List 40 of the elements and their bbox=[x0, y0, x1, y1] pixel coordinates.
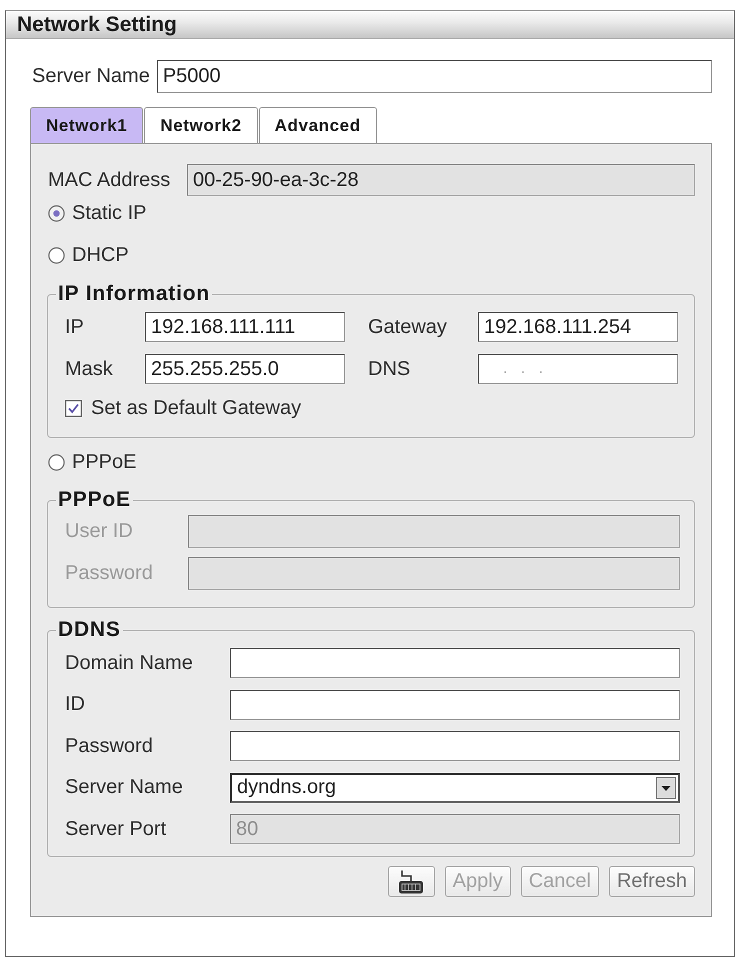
field-label: Mask bbox=[65, 358, 114, 380]
input-field[interactable]: 192.168.111.111 bbox=[145, 312, 345, 342]
radio-button[interactable] bbox=[48, 246, 65, 264]
input-field[interactable] bbox=[230, 731, 680, 761]
field-label: Server Port bbox=[65, 818, 168, 840]
radio-label: PPPoE bbox=[72, 450, 136, 474]
keyboard-button[interactable] bbox=[388, 866, 435, 897]
field-label: User ID bbox=[65, 520, 134, 543]
tab[interactable]: Network2 bbox=[144, 107, 258, 143]
checkbox-label: Set as Default Gateway bbox=[91, 396, 302, 420]
input-field[interactable]: P5000 bbox=[156, 60, 712, 93]
input-field[interactable] bbox=[230, 690, 680, 720]
action-button[interactable]: Refresh bbox=[608, 866, 695, 897]
field-label: Password bbox=[65, 562, 154, 585]
tab[interactable]: Network1 bbox=[30, 107, 144, 143]
radio-label: Static IP bbox=[72, 202, 146, 224]
field-label: Domain Name bbox=[65, 652, 194, 674]
dropdown-field[interactable]: dyndns.org bbox=[230, 772, 680, 802]
group-title: DDNS bbox=[57, 617, 122, 643]
input-field[interactable] bbox=[230, 648, 680, 678]
tab[interactable]: Advanced bbox=[258, 107, 377, 143]
window-title: Network Setting bbox=[17, 12, 177, 36]
radio-label: DHCP bbox=[72, 244, 129, 266]
input-field[interactable]: 255.255.255.0 bbox=[145, 354, 345, 384]
group-title: IP Information bbox=[57, 281, 211, 307]
checkbox[interactable] bbox=[65, 400, 82, 416]
field-label: Password bbox=[65, 734, 154, 758]
field-label: Gateway bbox=[368, 316, 448, 338]
keyboard-icon bbox=[398, 870, 424, 894]
field-label: MAC Address bbox=[48, 168, 172, 192]
field-label: Server Name bbox=[65, 776, 184, 799]
input-field[interactable]: 00-25-90-ea-3c-28 bbox=[187, 164, 695, 196]
input-field[interactable]: 192.168.111.254 bbox=[478, 312, 678, 342]
field-label: ID bbox=[65, 693, 86, 716]
radio-button[interactable] bbox=[48, 204, 65, 222]
field-label: DNS bbox=[368, 358, 412, 380]
field-label: IP bbox=[65, 316, 85, 338]
group-title: PPPoE bbox=[57, 487, 132, 513]
radio-button[interactable] bbox=[48, 454, 65, 470]
field-label: Server Name bbox=[32, 65, 150, 88]
